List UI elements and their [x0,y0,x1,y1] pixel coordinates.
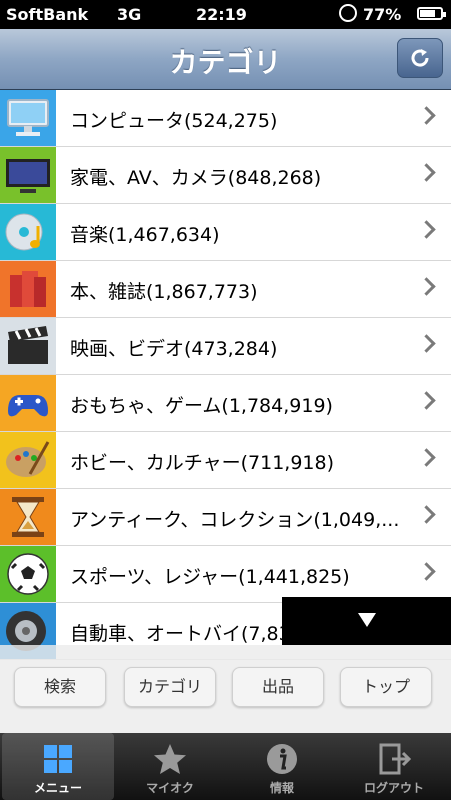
category-label: 映画、ビデオ(473,284) [70,338,278,360]
chevron-right-icon [417,334,436,353]
chevron-right-icon [417,562,436,581]
category-row-electronics[interactable]: 家電、AV、カメラ(848,268) [0,147,451,204]
category-row-music[interactable]: 音楽(1,467,634) [0,204,451,261]
category-list: コンピュータ(524,275) 家電、AV、カメラ(848,268) 音楽(1,… [0,90,451,660]
category-row-hobby[interactable]: ホビー、カルチャー(711,918) [0,432,451,489]
battery-icon [417,7,446,20]
clock: 22:19 [196,5,247,24]
category-button[interactable]: カテゴリ [124,667,216,707]
category-row-movies[interactable]: 映画、ビデオ(473,284) [0,318,451,375]
books-icon [0,261,56,317]
chevron-right-icon [417,277,436,296]
hourglass-icon [0,489,56,545]
toolbar-toggle-button[interactable] [282,597,451,645]
tab-menu[interactable]: メニュー [2,733,114,800]
category-label: 本、雑誌(1,867,773) [70,281,258,303]
category-row-computer[interactable]: コンピュータ(524,275) [0,90,451,147]
category-label: おもちゃ、ゲーム(1,784,919) [70,395,333,417]
quick-toolbar: 検索 カテゴリ 出品 トップ [0,645,451,733]
triangle-down-icon [358,613,376,627]
clapperboard-icon [0,318,56,374]
category-label: ホビー、カルチャー(711,918) [70,452,335,474]
refresh-icon [411,49,429,67]
rotation-lock-icon [339,4,357,22]
top-button[interactable]: トップ [340,667,432,707]
soccer-ball-icon [0,546,56,602]
category-label: アンティーク、コレクション(1,049,... [70,509,400,531]
music-cd-icon [0,204,56,260]
category-label: 音楽(1,467,634) [70,224,220,246]
sell-button[interactable]: 出品 [232,667,324,707]
battery-fill [420,10,435,17]
info-icon [267,744,297,774]
computer-icon [0,90,56,146]
tab-label: 情報 [269,781,294,795]
chevron-right-icon [417,505,436,524]
category-label: 家電、AV、カメラ(848,268) [70,167,322,189]
palette-icon [0,432,56,488]
category-row-toys-games[interactable]: おもちゃ、ゲーム(1,784,919) [0,375,451,432]
battery-percent: 77% [363,5,402,24]
tv-icon [0,147,56,203]
tab-logout[interactable]: ログアウト [338,733,450,800]
tab-info[interactable]: 情報 [226,733,338,800]
status-bar: SoftBank 3G 22:19 77% [0,0,451,29]
tab-my-auction[interactable]: マイオク [114,733,226,800]
search-button[interactable]: 検索 [14,667,106,707]
network-type: 3G [117,5,142,24]
tab-label: メニュー [33,781,82,795]
category-row-books[interactable]: 本、雑誌(1,867,773) [0,261,451,318]
tab-label: マイオク [146,781,194,795]
logout-door-icon [379,743,412,775]
gamepad-icon [0,375,56,431]
category-row-antiques[interactable]: アンティーク、コレクション(1,049,... [0,489,451,546]
star-icon [154,744,186,774]
category-label: コンピュータ(524,275) [70,110,278,132]
carrier-name: SoftBank [6,5,89,24]
chevron-right-icon [417,163,436,182]
chevron-right-icon [417,220,436,239]
category-row-sports[interactable]: スポーツ、レジャー(1,441,825) [0,546,451,603]
tab-label: ログアウト [363,781,424,795]
navigation-bar: カテゴリ [0,29,451,90]
chevron-right-icon [417,391,436,410]
refresh-button[interactable] [397,38,443,78]
grid-menu-icon [44,745,72,773]
category-label: スポーツ、レジャー(1,441,825) [70,566,350,588]
page-title: カテゴリ [169,46,282,79]
chevron-right-icon [417,448,436,467]
chevron-right-icon [417,106,436,125]
tab-bar: メニュー マイオク 情報 ログアウト [0,733,451,800]
